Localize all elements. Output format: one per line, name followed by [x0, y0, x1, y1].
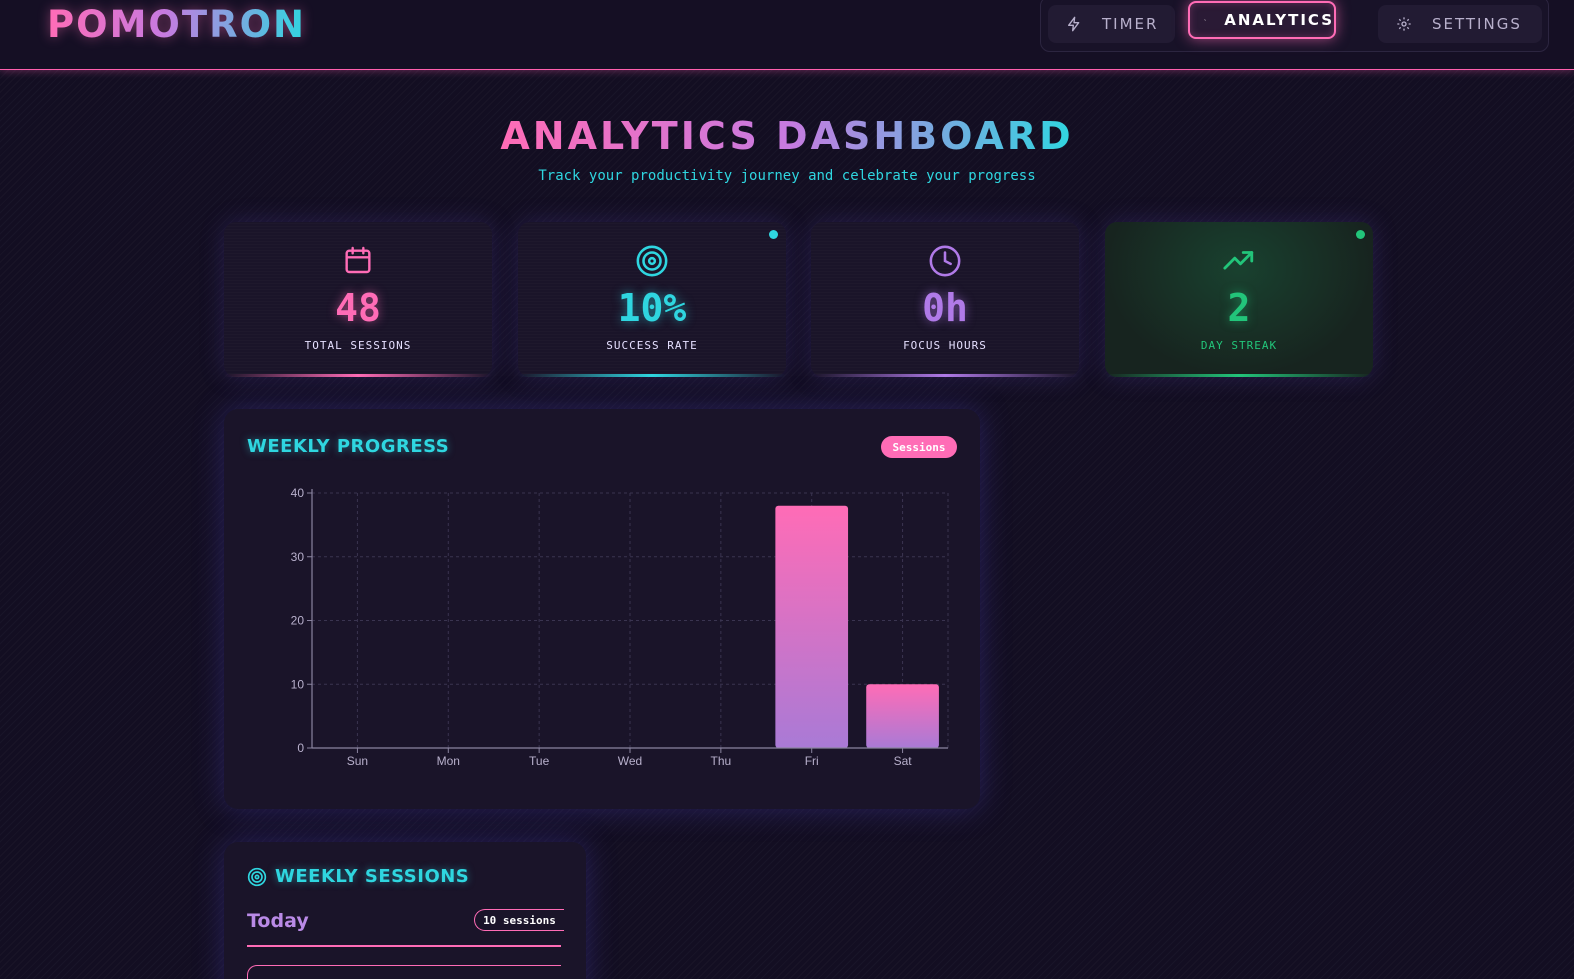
- weekly-bar-chart: 0 10 20 30 40 Sun Mon Tue Wed Thu Fri Sat: [291, 486, 949, 768]
- stat-value: 48: [335, 286, 381, 330]
- calendar-icon: [224, 244, 492, 276]
- status-dot: [769, 230, 778, 239]
- activity-icon: [1204, 19, 1207, 21]
- day-label: Today: [247, 910, 309, 932]
- x-tick-label: Thu: [711, 754, 732, 768]
- page-title: ANALYTICS DASHBOARD: [0, 114, 1574, 158]
- stat-card-focus-hours: 0h FOCUS HOURS: [811, 222, 1079, 377]
- stat-card-success-rate: 10% SUCCESS RATE: [518, 222, 786, 377]
- bar-sat: [866, 684, 939, 748]
- nav-settings-button[interactable]: SETTINGS: [1378, 5, 1542, 43]
- stat-label: FOCUS HOURS: [903, 339, 987, 352]
- stat-label: TOTAL SESSIONS: [304, 339, 412, 352]
- target-icon: [518, 244, 786, 278]
- x-tick-label: Wed: [618, 754, 642, 768]
- session-item[interactable]: [247, 965, 561, 979]
- x-tick-label: Tue: [529, 754, 550, 768]
- stat-value: 0h: [922, 286, 968, 330]
- stat-card-total-sessions: 48 TOTAL SESSIONS: [224, 222, 492, 377]
- nav-timer-button[interactable]: TIMER: [1048, 5, 1175, 43]
- trending-up-icon: [1105, 244, 1373, 278]
- bolt-icon: [1068, 16, 1080, 32]
- weekly-sessions-title: WEEKLY SESSIONS: [275, 866, 470, 887]
- stat-accent-bar: [811, 374, 1079, 377]
- y-tick-label: 30: [291, 550, 305, 564]
- stat-card-day-streak: 2 DAY STREAK: [1105, 222, 1373, 377]
- app-logo[interactable]: POMOTRON: [47, 3, 306, 46]
- stat-accent-bar: [518, 374, 786, 377]
- nav-timer-label: TIMER: [1102, 15, 1159, 33]
- status-dot: [1356, 230, 1365, 239]
- clock-icon: [811, 244, 1079, 278]
- stat-accent-bar: [224, 374, 492, 377]
- page-title-text: ANALYTICS DASHBOARD: [500, 114, 1074, 158]
- gear-icon: [1397, 17, 1411, 31]
- y-tick-label: 40: [291, 486, 305, 500]
- y-tick-label: 0: [297, 741, 304, 755]
- x-tick-label: Sun: [347, 754, 368, 768]
- weekly-progress-panel: WEEKLY PROGRESS Sessions 0 10 20 30 40 Sun Mon…: [224, 409, 980, 809]
- x-tick-label: Fri: [805, 754, 819, 768]
- session-count-badge: 10 sessions: [474, 909, 564, 931]
- page-subtitle: Track your productivity journey and cele…: [538, 168, 1036, 184]
- day-divider: [247, 945, 561, 947]
- target-icon: [247, 867, 267, 887]
- weekly-sessions-panel: WEEKLY SESSIONS Today 10 sessions: [224, 842, 586, 979]
- nav-analytics-label: ANALYTICS: [1224, 11, 1334, 29]
- stat-value: 2: [1227, 286, 1251, 330]
- stat-label: SUCCESS RATE: [606, 339, 698, 352]
- bar-fri: [775, 505, 849, 748]
- y-tick-label: 10: [291, 677, 305, 691]
- stat-accent-bar: [1105, 374, 1373, 377]
- nav-analytics-button[interactable]: ANALYTICS: [1188, 1, 1336, 39]
- x-tick-label: Mon: [437, 754, 460, 768]
- nav-settings-label: SETTINGS: [1432, 15, 1522, 33]
- x-tick-label: Sat: [894, 754, 913, 768]
- stat-label: DAY STREAK: [1200, 339, 1278, 352]
- stat-value: 10%: [617, 286, 687, 330]
- y-tick-label: 20: [291, 614, 305, 628]
